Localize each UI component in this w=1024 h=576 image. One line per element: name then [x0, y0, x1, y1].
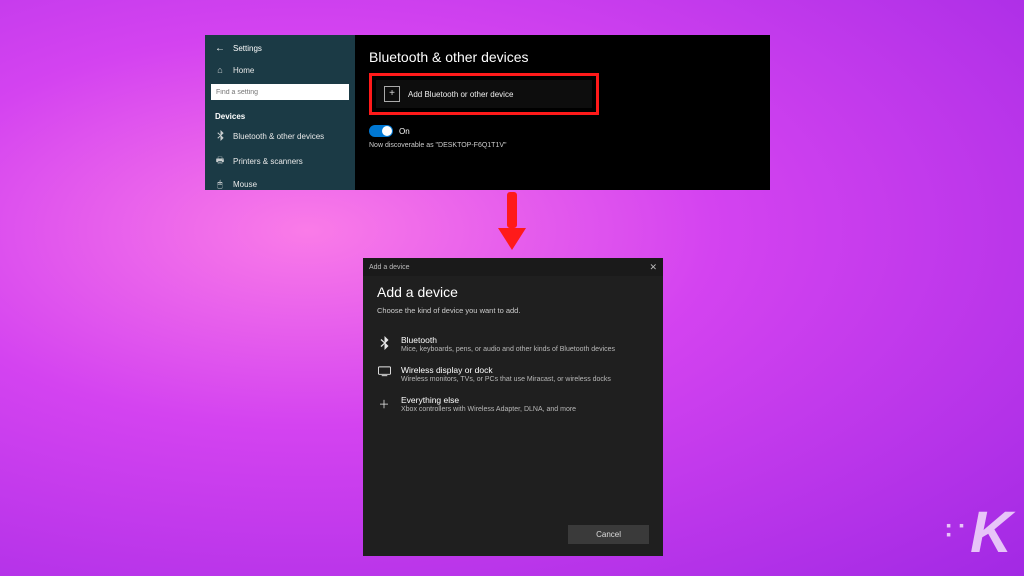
- plus-icon: ＋: [377, 396, 391, 412]
- device-option-everything-else[interactable]: ＋ Everything else Xbox controllers with …: [377, 389, 649, 419]
- dialog-titlebar-text: Add a device: [369, 264, 409, 271]
- sidebar-item-mouse[interactable]: 🖱 Mouse: [205, 174, 355, 190]
- page-title: Bluetooth & other devices: [369, 49, 756, 65]
- settings-title: Settings: [233, 44, 262, 53]
- sidebar-section-devices: Devices: [205, 106, 355, 125]
- back-icon[interactable]: ←: [215, 43, 225, 54]
- option-text: Everything else Xbox controllers with Wi…: [401, 395, 576, 413]
- flow-arrow-icon: [490, 192, 534, 254]
- bluetooth-icon: [377, 336, 391, 353]
- settings-window: ← Settings ⌂ Home Devices Bluetooth & ot…: [205, 35, 770, 190]
- search-input[interactable]: [216, 89, 344, 96]
- watermark-dots-icon: ▪ ▪▪: [946, 521, 966, 538]
- dialog-footer: Cancel: [363, 515, 663, 556]
- dialog-heading: Add a device: [377, 284, 649, 300]
- sidebar-item-label: Mouse: [233, 180, 257, 189]
- bluetooth-icon: [215, 130, 225, 143]
- discoverable-text: Now discoverable as "DESKTOP-F6Q1T1V": [369, 142, 756, 149]
- home-icon: ⌂: [215, 65, 225, 75]
- dialog-subtitle: Choose the kind of device you want to ad…: [377, 306, 649, 315]
- sidebar-item-bluetooth[interactable]: Bluetooth & other devices: [205, 125, 355, 148]
- option-text: Wireless display or dock Wireless monito…: [401, 365, 611, 383]
- add-device-dialog: Add a device ✕ Add a device Choose the k…: [363, 258, 663, 556]
- device-option-wireless-display[interactable]: Wireless display or dock Wireless monito…: [377, 359, 649, 389]
- option-text: Bluetooth Mice, keyboards, pens, or audi…: [401, 335, 615, 353]
- sidebar-item-home[interactable]: ⌂ Home: [205, 60, 355, 80]
- bluetooth-toggle[interactable]: [369, 125, 393, 137]
- option-desc: Wireless monitors, TVs, or PCs that use …: [401, 376, 611, 383]
- watermark-letter: K: [970, 499, 1010, 566]
- option-title: Everything else: [401, 395, 576, 405]
- option-title: Wireless display or dock: [401, 365, 611, 375]
- dialog-titlebar: Add a device ✕: [363, 258, 663, 276]
- add-device-button[interactable]: + Add Bluetooth or other device: [376, 80, 592, 108]
- printer-icon: 🖶: [215, 153, 225, 169]
- add-device-highlight: + Add Bluetooth or other device: [369, 73, 599, 115]
- sidebar-item-label: Printers & scanners: [233, 157, 303, 166]
- option-desc: Xbox controllers with Wireless Adapter, …: [401, 406, 576, 413]
- sidebar-item-printers[interactable]: 🖶 Printers & scanners: [205, 148, 355, 174]
- sidebar-header: ← Settings: [205, 39, 355, 60]
- sidebar-item-label: Home: [233, 66, 254, 75]
- close-icon[interactable]: ✕: [649, 262, 657, 273]
- option-title: Bluetooth: [401, 335, 615, 345]
- plus-icon: +: [384, 86, 400, 102]
- settings-sidebar: ← Settings ⌂ Home Devices Bluetooth & ot…: [205, 35, 355, 190]
- device-option-bluetooth[interactable]: Bluetooth Mice, keyboards, pens, or audi…: [377, 329, 649, 359]
- display-icon: [377, 366, 391, 380]
- sidebar-item-label: Bluetooth & other devices: [233, 132, 324, 141]
- add-device-label: Add Bluetooth or other device: [408, 90, 513, 99]
- dialog-body: Add a device Choose the kind of device y…: [363, 276, 663, 515]
- bluetooth-toggle-row: On: [369, 125, 756, 137]
- option-desc: Mice, keyboards, pens, or audio and othe…: [401, 346, 615, 353]
- mouse-icon: 🖱: [215, 179, 225, 190]
- search-box[interactable]: [211, 84, 349, 100]
- watermark-logo: ▪ ▪▪ K: [946, 499, 1010, 566]
- cancel-button[interactable]: Cancel: [568, 525, 649, 544]
- toggle-state-label: On: [399, 127, 410, 136]
- settings-content: Bluetooth & other devices + Add Bluetoot…: [355, 35, 770, 190]
